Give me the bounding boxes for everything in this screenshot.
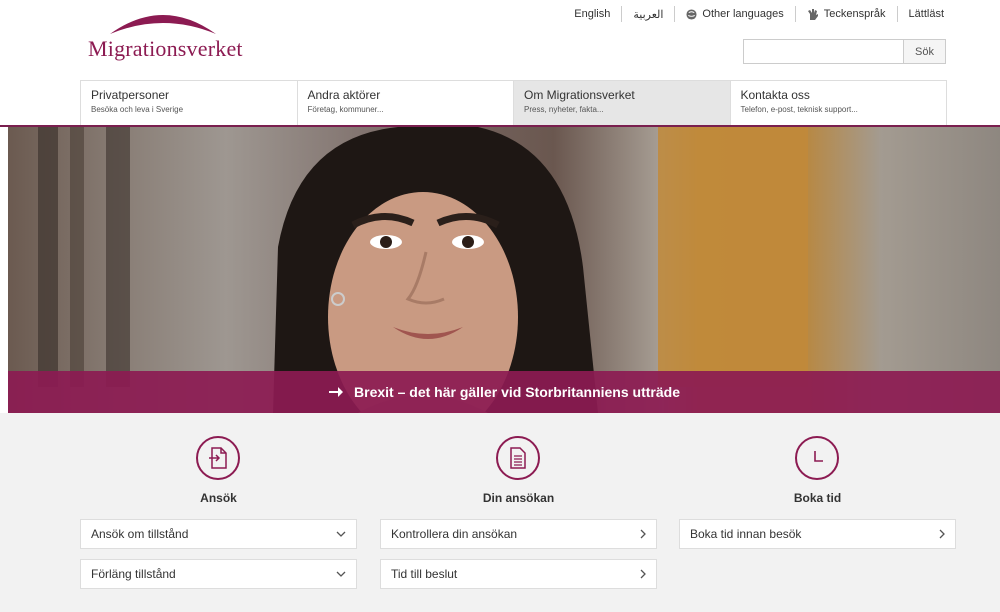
column-title: Din ansökan — [482, 491, 555, 505]
logo[interactable]: Migrationsverket — [88, 6, 258, 64]
document-icon — [496, 436, 540, 480]
search-button[interactable]: Sök — [903, 39, 946, 64]
nav-item-privatpersoner[interactable]: Privatpersoner Besöka och leva i Sverige — [81, 81, 298, 125]
link-sign-language-label: Teckenspråk — [823, 8, 886, 20]
nav-subtitle: Telefon, e-post, teknisk support... — [740, 105, 858, 114]
nav-title: Privatpersoner — [91, 88, 170, 102]
apply-document-icon — [196, 436, 240, 480]
column-title: Ansök — [200, 491, 237, 505]
dropdown-forlang-tillstand[interactable]: Förläng tillstånd — [80, 559, 357, 589]
nav-title: Kontakta oss — [740, 88, 810, 102]
nav-item-andra-aktorer[interactable]: Andra aktörer Företag, kommuner... — [297, 81, 514, 125]
link-label: Tid till beslut — [391, 567, 458, 581]
nav-item-om-migrationsverket[interactable]: Om Migrationsverket Press, nyheter, fakt… — [514, 81, 731, 125]
link-arabic[interactable]: العربية — [622, 6, 676, 22]
logo-arc-icon — [110, 15, 216, 34]
link-other-languages[interactable]: Other languages — [675, 6, 796, 22]
link-boka-tid-innan-besok[interactable]: Boka tid innan besök — [679, 519, 956, 549]
chevron-right-icon — [939, 529, 945, 539]
nav-subtitle: Press, nyheter, fakta... — [524, 105, 604, 114]
top-links: English العربية Other languages Teckensp… — [563, 6, 944, 22]
nav-subtitle: Besöka och leva i Sverige — [91, 105, 184, 114]
column-title: Boka tid — [793, 491, 842, 505]
link-label: Boka tid innan besök — [690, 527, 802, 541]
hero: Brexit – det här gäller vid Storbritanni… — [8, 127, 1000, 413]
globe-icon — [686, 8, 697, 20]
banner-text: Brexit – det här gäller vid Storbritanni… — [354, 384, 680, 400]
link-kontrollera-din-ansokan[interactable]: Kontrollera din ansökan — [380, 519, 657, 549]
link-easy-read[interactable]: Lättläst — [898, 6, 944, 22]
chevron-down-icon — [336, 571, 346, 577]
link-english[interactable]: English — [563, 6, 623, 22]
link-sign-language[interactable]: Teckenspråk — [796, 6, 898, 22]
main-nav: Privatpersoner Besöka och leva i Sverige… — [80, 80, 947, 125]
nav-title: Andra aktörer — [307, 88, 381, 102]
clock-icon — [795, 436, 839, 480]
dropdown-ansok-om-tillstand[interactable]: Ansök om tillstånd — [80, 519, 357, 549]
nav-subtitle: Företag, kommuner... — [307, 105, 384, 114]
search-form: Sök — [743, 39, 946, 64]
search-input[interactable] — [743, 39, 903, 64]
quick-actions: Ansök Ansök om tillstånd Förläng tillstå… — [0, 413, 1000, 612]
chevron-right-icon — [640, 529, 646, 539]
chevron-right-icon — [640, 569, 646, 579]
link-tid-till-beslut[interactable]: Tid till beslut — [380, 559, 657, 589]
sign-language-icon — [807, 8, 819, 21]
nav-title: Om Migrationsverket — [524, 88, 635, 102]
nav-item-kontakta-oss[interactable]: Kontakta oss Telefon, e-post, teknisk su… — [730, 81, 946, 125]
dropdown-label: Ansök om tillstånd — [91, 527, 189, 541]
link-label: Kontrollera din ansökan — [391, 527, 518, 541]
arrow-right-icon — [328, 385, 344, 399]
chevron-down-icon — [336, 531, 346, 537]
link-easy-read-label: Lättläst — [908, 8, 944, 20]
link-arabic-label: العربية — [633, 8, 664, 21]
dropdown-label: Förläng tillstånd — [91, 567, 176, 581]
logo-text: Migrationsverket — [88, 36, 243, 61]
link-english-label: English — [574, 8, 611, 20]
link-other-languages-label: Other languages — [702, 8, 784, 20]
brexit-banner[interactable]: Brexit – det här gäller vid Storbritanni… — [8, 371, 1000, 413]
